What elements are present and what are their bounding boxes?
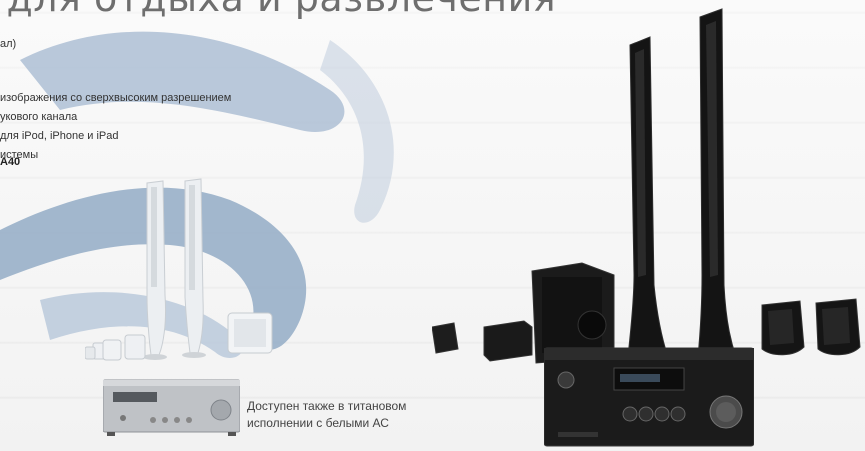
black-speaker-set-image [432, 8, 861, 364]
model-name: A40 [0, 156, 21, 168]
caption-line: Доступен также в титановом [247, 399, 407, 413]
feature-line: укового канала [0, 111, 78, 123]
caption-text: Доступен также в титановом исполнении с … [247, 398, 457, 432]
caption-line: исполнении с белыми АС [247, 416, 389, 430]
black-receiver-image [544, 347, 754, 447]
white-speaker-set-image [85, 178, 273, 361]
feature-line: для iPod, iPhone и iPad [0, 130, 119, 142]
silver-receiver-image [103, 379, 240, 436]
feature-line: изображения со сверхвысоким разрешением [0, 92, 232, 104]
feature-line: ал) [0, 38, 17, 50]
